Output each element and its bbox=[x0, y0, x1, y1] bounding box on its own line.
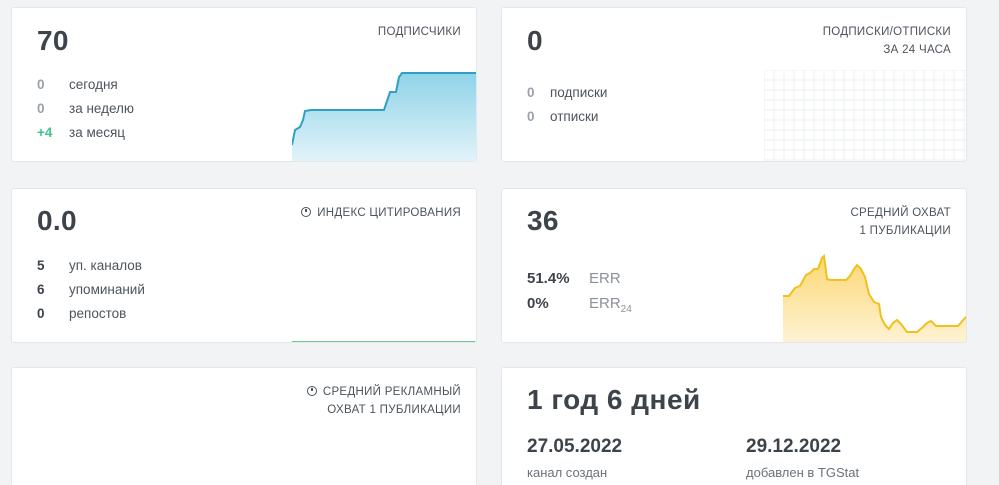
subs-unsubs-title-line1: ПОДПИСКИ/ОТПИСКИ bbox=[822, 26, 951, 38]
err24-label-text: ERR bbox=[589, 295, 621, 312]
err24-label: ERR24 bbox=[589, 295, 632, 315]
unsubscriptions-count: 0 bbox=[527, 109, 535, 124]
week-label: за неделю bbox=[69, 101, 135, 116]
ad-reach-title-line1: СРЕДНИЙ РЕКЛАМНЫЙ bbox=[306, 383, 461, 401]
avg-reach-title-line2: 1 ПУБЛИКАЦИИ bbox=[859, 225, 951, 237]
subscribers-area bbox=[292, 73, 476, 161]
citation-sparkline[interactable] bbox=[292, 329, 477, 343]
citation-title: ИНДЕКС ЦИТИРОВАНИЯ bbox=[301, 204, 461, 222]
reposts-row: 0 репостов bbox=[37, 306, 126, 321]
subs-unsubs-title: ПОДПИСКИ/ОТПИСКИ ЗА 24 ЧАСА bbox=[823, 23, 951, 59]
created-date: 27.05.2022 bbox=[527, 436, 623, 457]
subs-unsubs-card: 0 ПОДПИСКИ/ОТПИСКИ ЗА 24 ЧАСА 0 подписки … bbox=[501, 7, 967, 162]
subscribers-today-row: 0 сегодня bbox=[37, 77, 118, 92]
ad-reach-title-line1-text: СРЕДНИЙ РЕКЛАМНЫЙ bbox=[322, 386, 461, 398]
reposts-label: репостов bbox=[69, 306, 127, 321]
mentions-row: 6 упоминаний bbox=[37, 282, 145, 297]
today-label: сегодня bbox=[69, 77, 118, 92]
question-icon[interactable] bbox=[306, 386, 317, 396]
avg-reach-card: 36 СРЕДНИЙ ОХВАТ 1 ПУБЛИКАЦИИ 51.4% ERR 0… bbox=[501, 188, 967, 343]
created-label: канал создан bbox=[527, 465, 608, 480]
err24-value: 0% bbox=[527, 295, 549, 312]
citation-title-text: ИНДЕКС ЦИТИРОВАНИЯ bbox=[317, 207, 461, 219]
question-icon[interactable] bbox=[301, 207, 312, 217]
subs-unsubs-grid-chart[interactable] bbox=[764, 70, 967, 162]
citation-card: 0.0 ИНДЕКС ЦИТИРОВАНИЯ 5 уп. каналов 6 упо… bbox=[11, 188, 477, 343]
subscribers-card: 70 ПОДПИСЧИКИ 0 сегодня 0 за неделю +4 за м… bbox=[11, 7, 477, 162]
ad-reach-title: СРЕДНИЙ РЕКЛАМНЫЙ ОХВАТ 1 ПУБЛИКАЦИИ bbox=[306, 383, 461, 419]
today-count: 0 bbox=[37, 77, 45, 92]
week-count: 0 bbox=[37, 101, 45, 116]
err24-subscript: 24 bbox=[620, 304, 632, 315]
subs-unsubs-count: 0 bbox=[527, 25, 543, 56]
avg-reach-sparkline[interactable] bbox=[783, 249, 967, 343]
avg-reach-area bbox=[783, 256, 966, 342]
mentions-label: упоминаний bbox=[69, 282, 145, 297]
err-label: ERR bbox=[589, 270, 621, 287]
subscribers-title: ПОДПИСЧИКИ bbox=[377, 26, 461, 38]
channel-age-card: 1 год 6 дней 27.05.2022 канал создан 29.… bbox=[501, 367, 967, 485]
ad-reach-title-line2: ОХВАТ 1 ПУБЛИКАЦИИ bbox=[327, 404, 461, 416]
err-row: 51.4% ERR bbox=[527, 270, 621, 287]
avg-reach-value: 36 bbox=[527, 205, 559, 236]
month-count: +4 bbox=[37, 125, 53, 140]
subscriptions-count: 0 bbox=[527, 85, 535, 100]
mention-channels-label: уп. каналов bbox=[69, 258, 142, 273]
subscribers-sparkline[interactable] bbox=[292, 64, 477, 162]
err24-row: 0% ERR24 bbox=[527, 295, 632, 315]
unsubscriptions-label: отписки bbox=[550, 109, 599, 124]
added-date: 29.12.2022 bbox=[746, 436, 842, 457]
avg-reach-title: СРЕДНИЙ ОХВАТ 1 ПУБЛИКАЦИИ bbox=[850, 204, 951, 240]
citation-index-value: 0.0 bbox=[37, 205, 77, 236]
reposts-count: 0 bbox=[37, 306, 45, 321]
subs-unsubs-title-line2: ЗА 24 ЧАСА bbox=[883, 44, 951, 56]
unsubscriptions-row: 0 отписки bbox=[527, 109, 598, 124]
subscribers-month-row: +4 за месяц bbox=[37, 125, 125, 140]
subscriptions-label: подписки bbox=[550, 85, 608, 100]
mention-channels-count: 5 bbox=[37, 258, 45, 273]
month-label: за месяц bbox=[69, 125, 126, 140]
avg-reach-title-line1: СРЕДНИЙ ОХВАТ bbox=[850, 207, 951, 219]
added-label: добавлен в TGStat bbox=[746, 465, 860, 480]
subscribers-count: 70 bbox=[37, 25, 69, 56]
err-value: 51.4% bbox=[527, 270, 570, 287]
subscriptions-row: 0 подписки bbox=[527, 85, 607, 100]
ad-reach-card: СРЕДНИЙ РЕКЛАМНЫЙ ОХВАТ 1 ПУБЛИКАЦИИ bbox=[11, 367, 477, 485]
channel-age-value: 1 год 6 дней bbox=[527, 384, 701, 415]
mentions-count: 6 bbox=[37, 282, 45, 297]
subscribers-week-row: 0 за неделю bbox=[37, 101, 134, 116]
mention-channels-row: 5 уп. каналов bbox=[37, 258, 142, 273]
